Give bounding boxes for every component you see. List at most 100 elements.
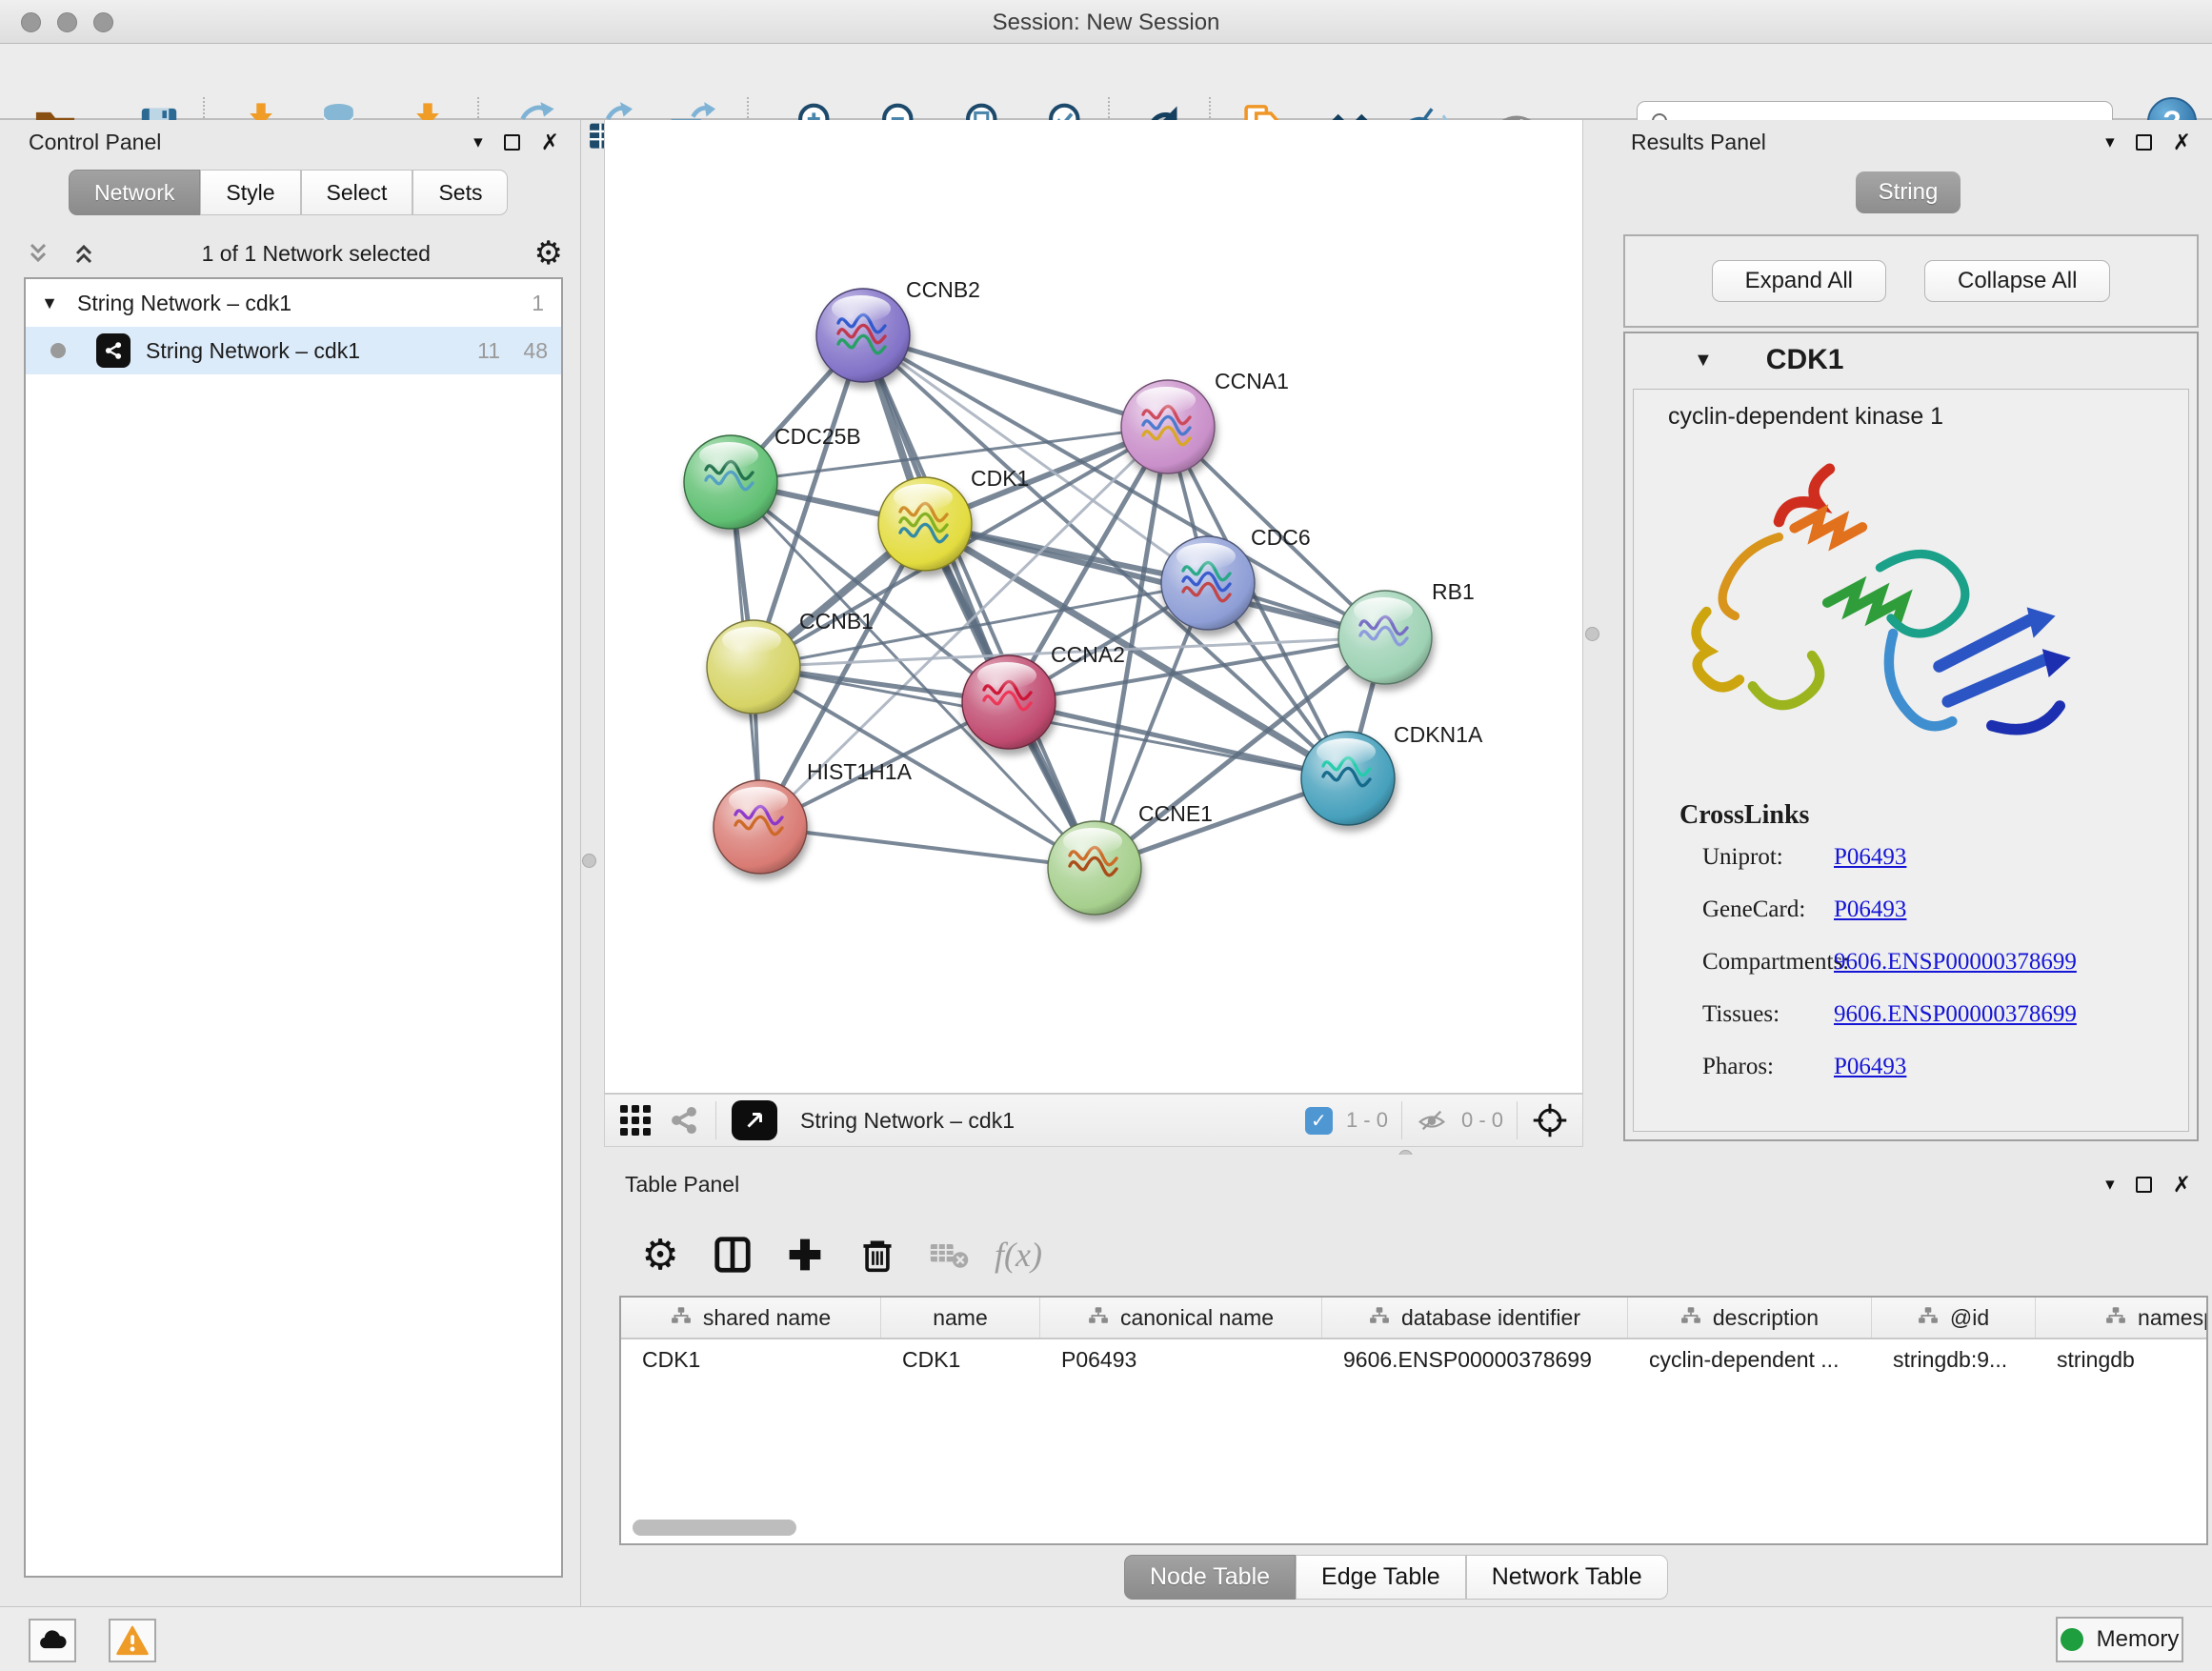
collapse-all-button[interactable]: Collapse All — [1924, 260, 2110, 302]
tab-network-table[interactable]: Network Table — [1466, 1555, 1668, 1600]
protein-structure-image — [1660, 438, 2108, 800]
column-label: shared name — [703, 1305, 831, 1331]
application-window: Session: New Session — [0, 0, 2212, 1671]
node-CDC25B[interactable] — [684, 435, 777, 529]
crosslink-row: Compartments:9606.ENSP00000378699 — [1634, 936, 2188, 988]
footer-counters: ✓ 1 - 0 0 - 0 — [1305, 1101, 1569, 1139]
edge-CDK1-RB1[interactable] — [925, 524, 1385, 637]
footer-separator — [715, 1101, 716, 1139]
node-CCNA2[interactable] — [962, 655, 1056, 749]
protein-details: cyclin-dependent kinase 1 — [1633, 389, 2189, 1132]
detach-view-button[interactable] — [732, 1100, 777, 1140]
crosslink-label: Compartments: — [1634, 949, 1834, 976]
node-CCNB1[interactable] — [707, 620, 800, 714]
edge-CCNA2-CDKN1A[interactable] — [1009, 702, 1348, 778]
tab-style[interactable]: Style — [200, 170, 300, 215]
node-label-CCNB2: CCNB2 — [906, 277, 980, 302]
float-panel-icon[interactable] — [2136, 134, 2152, 151]
node-CDC6[interactable] — [1161, 536, 1255, 630]
table-row[interactable]: CDK1CDK1P064939606.ENSP00000378699cyclin… — [621, 1339, 2206, 1379]
share-gray-icon[interactable] — [668, 1104, 700, 1137]
tab-network[interactable]: Network — [69, 170, 200, 215]
hidden-count: 0 - 0 — [1461, 1108, 1503, 1133]
tab-node-table[interactable]: Node Table — [1124, 1555, 1296, 1600]
crosslink-link[interactable]: 9606.ENSP00000378699 — [1834, 1001, 2077, 1028]
center-view-icon[interactable] — [1531, 1101, 1569, 1139]
column-header-description[interactable]: description — [1628, 1298, 1872, 1338]
tab-string[interactable]: String — [1856, 171, 1961, 213]
column-header-shared-name[interactable]: shared name — [621, 1298, 881, 1338]
node-CCNE1[interactable] — [1048, 821, 1141, 915]
network-graph[interactable]: CCNB2CCNA1CDC25BCDK1CDC6RB1CCNB1CCNA2CDK… — [605, 120, 1582, 1092]
cloud-button[interactable] — [29, 1619, 76, 1662]
control-panel-controls: ▾ ✗ — [473, 130, 559, 155]
column-header-name[interactable]: name — [881, 1298, 1040, 1338]
close-panel-icon[interactable]: ✗ — [541, 130, 559, 155]
node-CDKN1A[interactable] — [1301, 732, 1395, 825]
warnings-button[interactable] — [109, 1619, 156, 1662]
table-cell: P06493 — [1040, 1339, 1322, 1379]
tab-select[interactable]: Select — [301, 170, 413, 215]
node-RB1[interactable] — [1338, 591, 1432, 684]
column-namespace-icon — [2105, 1305, 2126, 1331]
network-row[interactable]: String Network – cdk1 11 48 — [26, 327, 561, 374]
gear-icon[interactable]: ⚙ — [534, 239, 563, 268]
column-label: @id — [1950, 1305, 1989, 1331]
table-settings-button[interactable]: ⚙ — [634, 1229, 686, 1280]
collapse-section-icon[interactable]: ▼ — [1694, 350, 1713, 372]
close-panel-icon[interactable]: ✗ — [2173, 1172, 2191, 1198]
table-panel-controls: ▾ ✗ — [2105, 1172, 2191, 1198]
tab-sets[interactable]: Sets — [412, 170, 508, 215]
node-label-CCNA2: CCNA2 — [1051, 642, 1125, 667]
crosslink-link[interactable]: P06493 — [1834, 844, 1906, 871]
node-CCNA1[interactable] — [1121, 380, 1215, 473]
show-columns-button[interactable] — [707, 1229, 758, 1280]
network-canvas[interactable]: CCNB2CCNA1CDC25BCDK1CDC6RB1CCNB1CCNA2CDK… — [604, 120, 1583, 1094]
memory-status-icon — [2061, 1628, 2083, 1651]
crosslink-link[interactable]: P06493 — [1834, 896, 1906, 923]
panel-menu-icon[interactable]: ▾ — [2105, 1174, 2115, 1196]
panel-menu-icon[interactable]: ▾ — [473, 131, 483, 153]
table-cell: 9606.ENSP00000378699 — [1322, 1339, 1628, 1379]
crosslinks-heading: CrossLinks — [1634, 800, 2188, 831]
network-collection-row[interactable]: ▼ String Network – cdk1 1 — [26, 279, 561, 327]
node-label-CDK1: CDK1 — [971, 466, 1029, 491]
collapse-all-chevrons-icon[interactable] — [70, 239, 98, 268]
table-header-row: shared name namecanonical namedatabase id… — [621, 1298, 2206, 1339]
column-header-canonical-name[interactable]: canonical name — [1040, 1298, 1322, 1338]
node-label-CCNE1: CCNE1 — [1138, 801, 1213, 826]
titlebar: Session: New Session — [0, 0, 2212, 44]
tree-collapse-icon[interactable]: ▼ — [26, 293, 58, 313]
expand-all-button[interactable]: Expand All — [1712, 260, 1886, 302]
node-label-CDKN1A: CDKN1A — [1394, 722, 1483, 747]
node-CDK1[interactable] — [878, 477, 972, 571]
column-namespace-icon — [1918, 1305, 1939, 1331]
node-CCNB2[interactable] — [816, 289, 910, 382]
delete-column-button[interactable] — [852, 1229, 903, 1280]
tab-edge-table[interactable]: Edge Table — [1296, 1555, 1466, 1600]
create-column-button[interactable] — [779, 1229, 831, 1280]
close-panel-icon[interactable]: ✗ — [2173, 130, 2191, 155]
memory-button[interactable]: Memory — [2056, 1617, 2183, 1662]
protein-header[interactable]: ▼ CDK1 — [1625, 333, 2197, 387]
float-panel-icon[interactable] — [504, 134, 520, 151]
edge-HIST1H1A-CCNE1[interactable] — [760, 827, 1095, 868]
expand-all-chevrons-icon[interactable] — [24, 239, 52, 268]
node-table: shared name namecanonical namedatabase id… — [619, 1296, 2208, 1545]
grid-view-icon[interactable] — [618, 1103, 653, 1137]
edge-CCNB2-CCNA1[interactable] — [863, 335, 1168, 427]
crosslink-link[interactable]: P06493 — [1834, 1054, 1906, 1080]
column-header-@id[interactable]: @id — [1872, 1298, 2036, 1338]
crosslink-link[interactable]: 9606.ENSP00000378699 — [1834, 949, 2077, 976]
column-label: description — [1713, 1305, 1819, 1331]
float-panel-icon[interactable] — [2136, 1177, 2152, 1193]
selected-checkbox-icon[interactable]: ✓ — [1305, 1107, 1333, 1135]
panel-menu-icon[interactable]: ▾ — [2105, 131, 2115, 153]
right-splitter-handle[interactable] — [1585, 627, 1599, 641]
left-splitter-handle[interactable] — [582, 854, 596, 868]
column-header-database-identifier[interactable]: database identifier — [1322, 1298, 1628, 1338]
horizontal-scrollbar-thumb[interactable] — [633, 1520, 796, 1536]
network-selection-status: 1 of 1 Network selected — [98, 241, 534, 267]
column-header-namespace[interactable]: namespace — [2036, 1298, 2208, 1338]
node-HIST1H1A[interactable] — [714, 780, 807, 874]
